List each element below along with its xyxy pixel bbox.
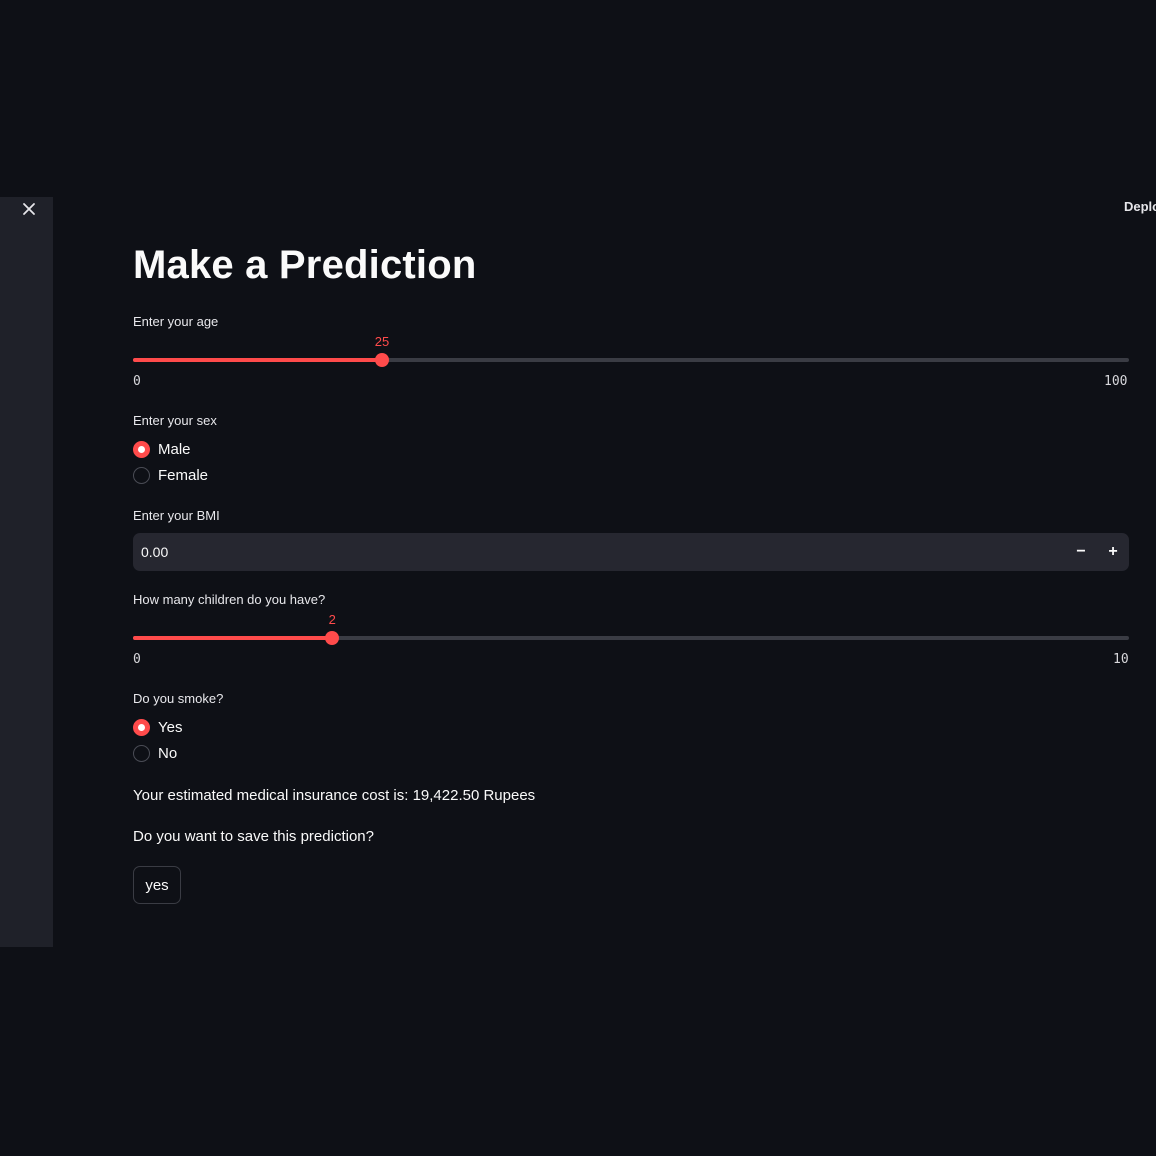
bmi-number-input[interactable]: 0.00 − + [133,533,1129,571]
children-max-label: 10 [1113,652,1129,667]
close-sidebar-button[interactable] [18,198,40,220]
sex-option-label: Male [158,441,191,458]
bmi-increment-button[interactable]: + [1097,533,1129,571]
sidebar [0,197,53,947]
deploy-button[interactable]: Deplo [1124,199,1156,214]
age-label: Enter your age [133,314,219,329]
save-question-text: Do you want to save this prediction? [133,828,374,845]
bmi-decrement-button[interactable]: − [1065,533,1097,571]
sex-option-male[interactable]: Male [133,441,191,458]
age-slider-thumb[interactable] [375,353,389,367]
smoke-option-yes[interactable]: Yes [133,719,182,736]
smoke-option-label: Yes [158,719,183,736]
page-title: Make a Prediction [133,243,477,287]
smoke-option-no[interactable]: No [133,745,177,762]
sex-option-female[interactable]: Female [133,467,208,484]
radio-checked-icon [133,719,150,736]
sex-option-label: Female [158,467,209,484]
age-slider[interactable]: 25 [133,334,1129,382]
age-slider-value: 25 [374,334,390,349]
prediction-result-text: Your estimated medical insurance cost is… [133,787,536,804]
bmi-value[interactable]: 0.00 [133,544,1065,560]
children-slider-value: 2 [328,612,336,627]
radio-checked-icon [133,441,150,458]
children-label: How many children do you have? [133,592,326,607]
children-slider-fill [133,636,333,640]
smoke-label: Do you smoke? [133,691,224,706]
radio-unchecked-icon [133,745,150,762]
sex-label: Enter your sex [133,413,217,428]
bmi-label: Enter your BMI [133,508,220,523]
save-yes-button[interactable]: yes [133,866,181,904]
smoke-option-label: No [158,745,178,762]
children-slider-thumb[interactable] [325,631,340,645]
children-slider[interactable]: 2 [133,612,1129,660]
age-slider-fill [133,358,382,362]
close-icon [23,203,35,215]
radio-unchecked-icon [133,467,150,484]
children-min-label: 0 [133,652,141,667]
age-max-label: 100 [1104,374,1128,389]
age-min-label: 0 [133,374,141,389]
